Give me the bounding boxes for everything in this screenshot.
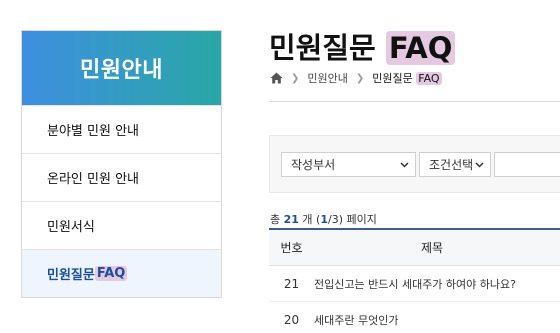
table-row[interactable]: 20 세대주란 무엇인가 xyxy=(269,302,560,333)
sidebar-item-label: 분야별 민원 안내 xyxy=(47,124,139,139)
chevron-right-icon: ❯ xyxy=(291,72,300,84)
keyword-input[interactable] xyxy=(494,152,560,177)
header-title: 제목 xyxy=(420,241,444,255)
chevron-down-icon xyxy=(400,162,409,168)
condition-select[interactable]: 조건선택 xyxy=(419,152,491,177)
table-row[interactable]: 21 전입신고는 반드시 세대주가 하여야 하나요? xyxy=(269,266,560,302)
sidebar-item-online-guide[interactable]: 온라인 민원 안내 xyxy=(22,153,221,201)
breadcrumb-item[interactable]: 민원안내 xyxy=(307,70,347,86)
total-pages: 3 xyxy=(331,213,339,226)
page-title: 민원질문 FAQ xyxy=(269,25,456,67)
page-title-highlight: FAQ xyxy=(385,31,456,65)
breadcrumb-highlight: FAQ xyxy=(416,72,442,85)
sidebar-item-label: 민원질문 xyxy=(47,268,95,283)
sidebar: 민원안내 분야별 민원 안내 온라인 민원 안내 민원서식 민원질문 FAQ xyxy=(21,30,222,298)
search-panel: 작성부서 조건선택 xyxy=(269,135,560,193)
current-page: 1 xyxy=(320,213,328,226)
result-summary: 총 21 개 (1/3) 페이지 xyxy=(270,211,377,227)
sidebar-item-label: 민원서식 xyxy=(47,220,95,235)
condition-select-value: 조건선택 xyxy=(429,158,474,172)
dept-select[interactable]: 작성부서 xyxy=(281,152,416,177)
sidebar-item-field-guide[interactable]: 분야별 민원 안내 xyxy=(22,105,221,153)
total-count: 21 xyxy=(283,213,299,226)
dept-select-value: 작성부서 xyxy=(291,158,336,172)
breadcrumb-current: 민원질문 FAQ xyxy=(372,70,442,86)
row-title-link[interactable]: 세대주란 무엇인가 xyxy=(314,312,560,328)
faq-table: 번호 제목 21 전입신고는 반드시 세대주가 하여야 하나요? 20 세대주란… xyxy=(269,228,560,333)
title-divider xyxy=(269,101,560,102)
sidebar-title: 민원안내 xyxy=(22,31,221,105)
summary-mid: 개 ( xyxy=(298,213,321,226)
table-header: 번호 제목 xyxy=(269,228,560,266)
sidebar-item-highlight: FAQ xyxy=(94,266,128,281)
page-title-text: 민원질문 xyxy=(269,31,386,65)
row-number: 21 xyxy=(283,276,300,291)
chevron-right-icon: ❯ xyxy=(355,72,365,84)
home-icon[interactable] xyxy=(270,72,283,84)
sidebar-item-label: 온라인 민원 안내 xyxy=(47,172,139,187)
breadcrumb-current-text: 민원질문 xyxy=(372,72,417,85)
sidebar-item-faq[interactable]: 민원질문 FAQ xyxy=(22,249,221,297)
row-number: 20 xyxy=(283,312,300,327)
row-title-link[interactable]: 전입신고는 반드시 세대주가 하여야 하나요? xyxy=(314,276,560,292)
summary-suffix: ) 페이지 xyxy=(338,213,377,226)
header-no: 번호 xyxy=(280,241,303,255)
breadcrumb: ❯ 민원안내 ❯ 민원질문 FAQ xyxy=(270,70,442,86)
chevron-down-icon xyxy=(475,162,484,168)
summary-prefix: 총 xyxy=(270,213,284,226)
sidebar-item-forms[interactable]: 민원서식 xyxy=(22,201,221,249)
